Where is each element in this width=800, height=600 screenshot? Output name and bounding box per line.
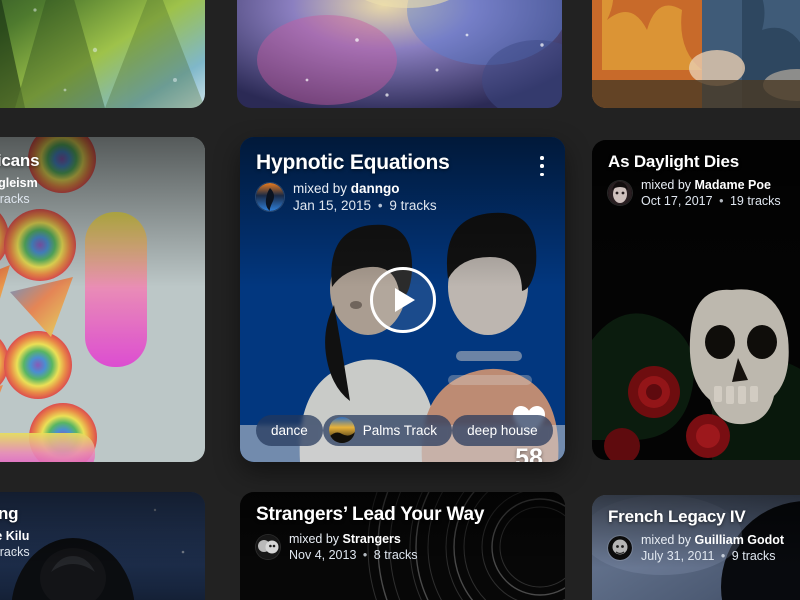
- featured-mix-meta: Hypnotic Equations mixed by danngo Jan 1…: [256, 151, 525, 215]
- tag-label: dance: [271, 422, 308, 438]
- play-button[interactable]: [369, 266, 436, 333]
- play-icon: [395, 287, 415, 312]
- mix-track-count: 19 tracks: [729, 194, 781, 208]
- mix-author: …angleism: [0, 176, 38, 190]
- mix-date: Jan 15, 2015: [293, 198, 372, 214]
- mixed-by-label: mixed by: [641, 178, 692, 192]
- mix-author: Guilliam Godot: [694, 533, 785, 547]
- mix-card-top-left[interactable]: [0, 0, 205, 108]
- mix-track-count: 9 tracks: [389, 198, 437, 214]
- meta-separator: •: [362, 548, 368, 562]
- mix-meta-bottom-middle: Strangers’ Lead Your Way mixed by Strang…: [256, 504, 549, 563]
- author-byline: mixed by Strangers Nov 4, 2013 • 8 track…: [289, 531, 418, 563]
- mix-meta-bottom-left: …ong …nte Kilu • 23 tracks: [0, 504, 189, 560]
- author-avatar[interactable]: [256, 535, 280, 559]
- tag-chip[interactable]: dance: [256, 414, 323, 446]
- tag-label: Palms Track: [362, 422, 438, 438]
- album-art-cosmic-paint: [237, 0, 562, 108]
- mix-title: As Daylight Dies: [608, 152, 739, 171]
- avatar-image: [608, 536, 632, 560]
- author-avatar[interactable]: [608, 536, 632, 560]
- tag-thumbnail: [328, 417, 355, 444]
- author-byline: mixed by danngo Jan 15, 2015 • 9 tracks: [293, 180, 437, 215]
- author-avatar[interactable]: [256, 183, 284, 212]
- tag-list: dance Palms Track deep house: [240, 414, 565, 446]
- avatar-image: [608, 181, 632, 205]
- author-byline: mixed by Madame Poe Oct 17, 2017 • 19 tr…: [641, 177, 781, 209]
- mix-title: …ong: [0, 504, 19, 523]
- mix-card-middle-left[interactable]: …ilicans …angleism • 18 tracks: [0, 137, 205, 462]
- mixed-by-label: mixed by: [641, 533, 692, 547]
- mix-track-count: 9 tracks: [731, 549, 776, 563]
- tag-chip-with-thumb[interactable]: Palms Track: [322, 414, 453, 446]
- mixed-by-label: mixed by: [289, 532, 340, 546]
- album-art-people-sitting: [592, 0, 800, 108]
- mix-author: …nte Kilu: [0, 529, 30, 543]
- mix-meta-middle-left: …ilicans …angleism • 18 tracks: [0, 151, 165, 207]
- mix-date: July 31, 2011: [641, 549, 715, 563]
- mix-meta-middle-right: As Daylight Dies mixed by Madame Poe Oct…: [608, 152, 800, 209]
- mix-gallery-grid: …ilicans …angleism • 18 tracks: [0, 0, 800, 600]
- mix-author: Madame Poe: [694, 178, 771, 192]
- mix-card-bottom-left[interactable]: …ong …nte Kilu • 23 tracks: [0, 492, 205, 600]
- mixed-by-label: mixed by: [293, 181, 348, 196]
- mix-card-top-middle[interactable]: [237, 0, 562, 108]
- tag-label: deep house: [467, 422, 538, 438]
- meta-separator: •: [720, 549, 726, 563]
- mix-title: French Legacy IV: [608, 507, 746, 526]
- mix-author: Strangers: [342, 532, 401, 546]
- mix-track-count: 8 tracks: [373, 548, 418, 562]
- mix-card-bottom-right[interactable]: French Legacy IV mixed by Guilliam Godot: [592, 495, 800, 600]
- meta-separator: •: [377, 198, 383, 214]
- author-avatar[interactable]: [608, 181, 632, 205]
- kebab-menu-icon[interactable]: [533, 153, 551, 179]
- mix-card-top-right[interactable]: [592, 0, 800, 108]
- author-byline: mixed by Guilliam Godot July 31, 2011 • …: [641, 532, 784, 564]
- mix-date-tracks: • 18 tracks: [0, 192, 30, 206]
- mix-meta-bottom-right: French Legacy IV mixed by Guilliam Godot: [608, 507, 800, 564]
- mix-date-tracks: • 23 tracks: [0, 545, 30, 559]
- mix-title: …ilicans: [0, 151, 40, 170]
- tag-thumbnail-image: [328, 417, 355, 444]
- featured-mix-card[interactable]: Hypnotic Equations mixed by danngo Jan 1…: [240, 137, 565, 462]
- mix-card-middle-right[interactable]: As Daylight Dies mixed by Madame Poe Oct…: [592, 140, 800, 460]
- mix-title: Hypnotic Equations: [256, 151, 450, 174]
- mix-date: Nov 4, 2013: [289, 548, 357, 562]
- mix-card-bottom-middle[interactable]: Strangers’ Lead Your Way mixed by Strang…: [240, 492, 565, 600]
- mix-title: Strangers’ Lead Your Way: [256, 504, 485, 525]
- mix-date: Oct 17, 2017: [641, 194, 713, 208]
- avatar-image: [256, 535, 280, 559]
- avatar-image: [256, 183, 284, 212]
- album-art-abstract-forest: [0, 0, 205, 108]
- mix-author: danngo: [350, 181, 400, 196]
- meta-separator: •: [719, 194, 724, 208]
- tag-chip[interactable]: deep house: [452, 414, 553, 446]
- likes-count: 58: [515, 444, 543, 463]
